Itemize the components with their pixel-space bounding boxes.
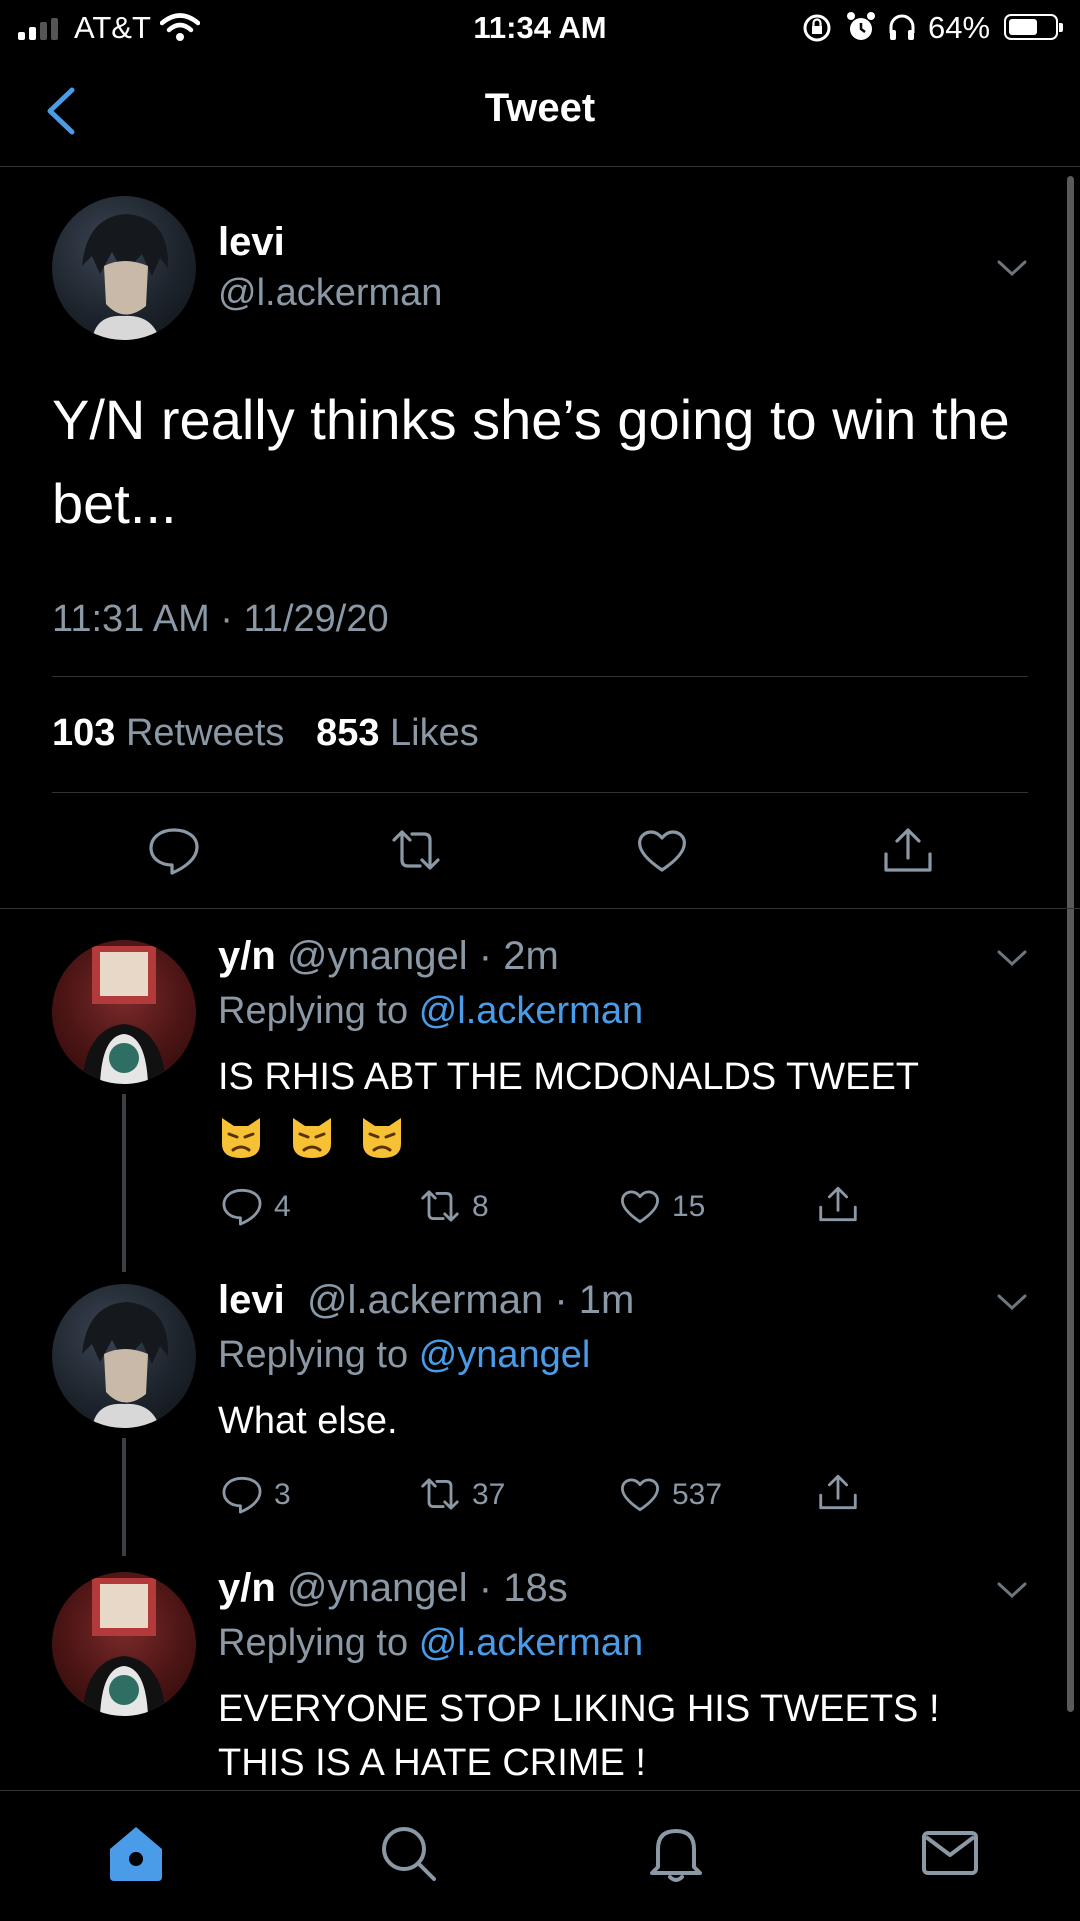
replying-to-handle[interactable]: @ynangel [419, 1334, 591, 1376]
retweet-count: 37 [472, 1478, 506, 1511]
replying-to: Replying to @l.ackerman [218, 990, 643, 1033]
retweet-icon[interactable] [418, 1184, 462, 1228]
replying-to-handle[interactable]: @l.ackerman [419, 1622, 643, 1664]
reply-text-line: EVERYONE STOP LIKING HIS TWEETS ! [218, 1688, 940, 1730]
author-name[interactable]: y/n [218, 1566, 276, 1610]
replying-label: Replying to [218, 990, 409, 1032]
retweets-count[interactable]: 103 [52, 712, 115, 754]
reply-text-line: THIS IS A HATE CRIME ! [218, 1742, 646, 1784]
share-icon[interactable] [816, 1470, 860, 1514]
divider [52, 676, 1028, 677]
tweet-timestamp[interactable]: 11:31 AM · 11/29/20 [52, 598, 389, 641]
engagement-counts: 103 Retweets 853 Likes [52, 712, 479, 755]
thread-line [122, 1094, 126, 1272]
author-handle[interactable]: @l.ackerman [307, 1278, 543, 1322]
likes-count[interactable]: 853 [316, 712, 379, 754]
home-icon[interactable] [104, 1821, 168, 1885]
reply-header: y/n @ynangel · 2m [218, 934, 559, 979]
divider [0, 908, 1080, 909]
replying-to: Replying to @ynangel [218, 1334, 590, 1377]
author-handle[interactable]: @l.ackerman [218, 272, 442, 315]
reply-text-line: IS RHIS ABT THE MCDONALDS TWEET [218, 1056, 920, 1098]
chevron-down-icon[interactable] [996, 1580, 1028, 1600]
pouting-cat-emoji [363, 1117, 402, 1158]
author-name[interactable]: levi [218, 1278, 285, 1322]
reply-time: · 2m [478, 934, 559, 978]
reply-icon[interactable] [146, 822, 202, 878]
scrollbar[interactable] [1067, 176, 1074, 1712]
like-icon[interactable] [618, 1472, 662, 1516]
page-title: Tweet [484, 86, 596, 130]
avatar[interactable] [52, 196, 196, 340]
reply-header: levi @l.ackerman · 1m [218, 1278, 634, 1323]
reply-text: EVERYONE STOP LIKING HIS TWEETS ! THIS I… [218, 1682, 1048, 1790]
retweet-icon[interactable] [388, 822, 444, 878]
alarm-icon [847, 12, 875, 40]
chevron-down-icon[interactable] [996, 1292, 1028, 1312]
avatar[interactable] [52, 1284, 196, 1428]
divider [52, 792, 1028, 793]
reply-icon[interactable] [220, 1184, 264, 1228]
search-icon[interactable] [376, 1821, 440, 1885]
like-count: 15 [672, 1190, 706, 1223]
replying-label: Replying to [218, 1622, 409, 1664]
reply-count: 4 [274, 1190, 291, 1223]
tweet-text: Y/N really thinks she’s going to win the… [52, 388, 1010, 535]
pouting-cat-emoji [292, 1117, 331, 1158]
replying-to: Replying to @l.ackerman [218, 1622, 643, 1665]
like-icon[interactable] [634, 822, 690, 878]
author-name[interactable]: levi [218, 220, 285, 265]
chevron-down-icon[interactable] [996, 948, 1028, 968]
top-nav-bar: Tweet [0, 56, 1080, 167]
author-handle[interactable]: @ynangel [287, 934, 468, 978]
author-handle[interactable]: @ynangel [287, 1566, 468, 1610]
bottom-tab-bar [0, 1790, 1080, 1921]
status-bar: AT&T 11:34 AM 64% [0, 0, 1080, 56]
like-icon[interactable] [618, 1184, 662, 1228]
battery-percent: 64% [928, 10, 991, 45]
reply-text: IS RHIS ABT THE MCDONALDS TWEET [218, 1050, 1048, 1162]
messages-icon[interactable] [918, 1821, 982, 1885]
share-icon[interactable] [816, 1182, 860, 1226]
status-time: 11:34 AM [473, 10, 607, 45]
retweet-icon[interactable] [418, 1472, 462, 1516]
share-icon[interactable] [880, 822, 936, 878]
reply-count: 3 [274, 1478, 291, 1511]
replying-label: Replying to [218, 1334, 409, 1376]
thread-line [122, 1438, 126, 1556]
reply-time: · 1m [554, 1278, 635, 1322]
reply-header: y/n @ynangel · 18s [218, 1566, 568, 1611]
pouting-cat-emoji [222, 1117, 260, 1158]
avatar[interactable] [52, 1572, 196, 1716]
chevron-down-icon[interactable] [996, 258, 1028, 278]
likes-label[interactable]: Likes [390, 712, 479, 754]
avatar[interactable] [52, 940, 196, 1084]
retweet-count: 8 [472, 1190, 489, 1223]
author-name[interactable]: y/n [218, 934, 276, 978]
battery-icon [1004, 14, 1063, 40]
emoji-row [218, 1108, 1048, 1162]
headphones-icon [889, 14, 915, 40]
rotation-lock-icon [803, 14, 831, 42]
like-count: 537 [672, 1478, 723, 1511]
retweets-label[interactable]: Retweets [126, 712, 284, 754]
reply-time: · 18s [478, 1566, 568, 1610]
reply-icon[interactable] [220, 1472, 264, 1516]
replying-to-handle[interactable]: @l.ackerman [419, 990, 643, 1032]
notifications-icon[interactable] [644, 1821, 708, 1885]
reply-text: What else. [218, 1400, 398, 1442]
